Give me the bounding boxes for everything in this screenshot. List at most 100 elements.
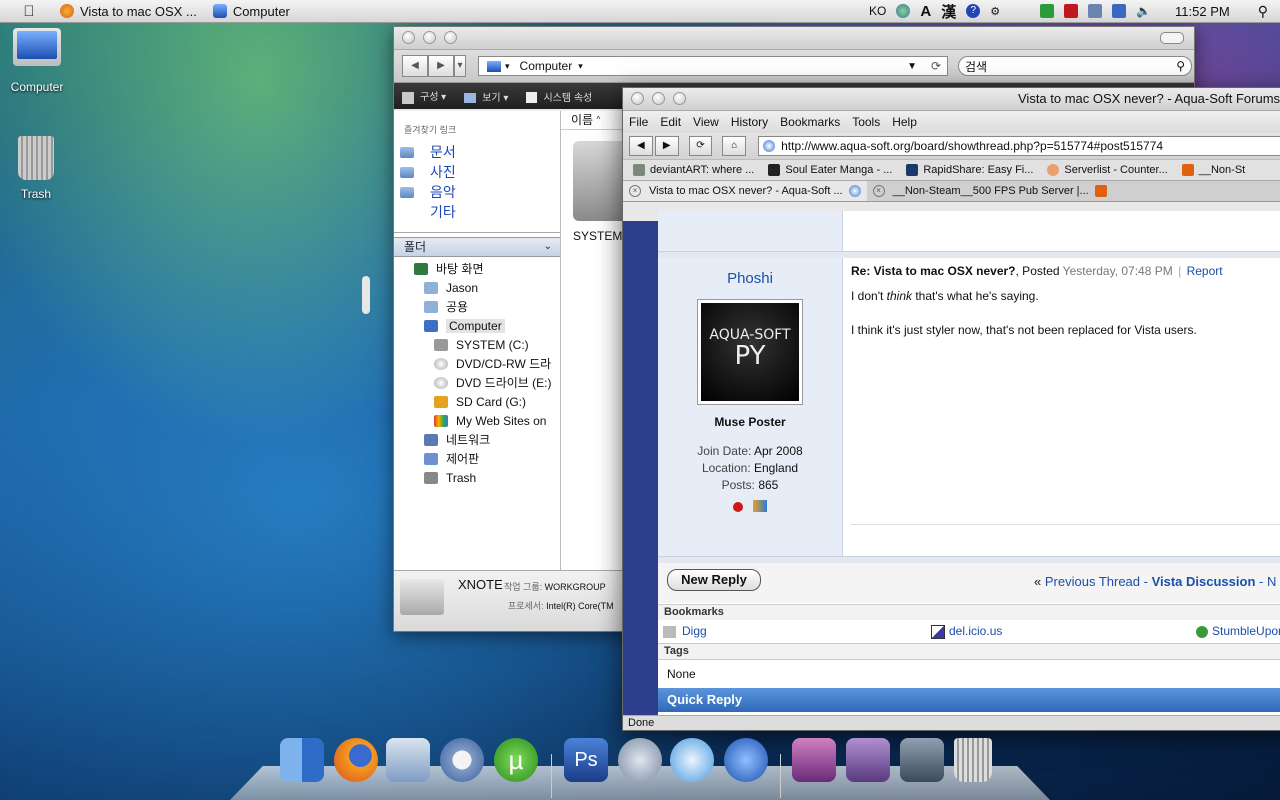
path-dropdown-icon[interactable]: ▼ [907, 61, 917, 72]
bookmark-rapidshare[interactable]: RapidShare: Easy Fi... [906, 164, 1033, 176]
firefox-icon[interactable] [334, 738, 378, 782]
input-language[interactable]: KO [869, 4, 886, 18]
menu-history[interactable]: History [731, 115, 768, 129]
menu-tools[interactable]: Tools [852, 115, 880, 129]
dreamweaver-icon[interactable] [618, 738, 662, 782]
close-button[interactable] [402, 31, 415, 44]
url-bar[interactable]: http://www.aqua-soft.org/board/showthrea… [758, 136, 1280, 156]
path-field[interactable]: ▾ Computer ▾ ▼ ⟳ [478, 56, 948, 76]
report-link[interactable]: Report [1187, 264, 1223, 278]
quick-reply-header[interactable]: Quick Reply [658, 688, 1280, 712]
bookmark-deviantart[interactable]: deviantART: where ... [633, 164, 754, 176]
tree-web-sites[interactable]: My Web Sites on [394, 411, 560, 430]
stumbleupon-link[interactable]: StumbleUpon [1196, 624, 1280, 638]
back-button[interactable]: ◀ [629, 136, 653, 156]
bookmark-serverlist[interactable]: Serverlist - Counter... [1047, 164, 1168, 176]
itunes-icon[interactable] [670, 738, 714, 782]
menu-help[interactable]: Help [892, 115, 917, 129]
hanja-icon[interactable]: 漢 [941, 1, 956, 22]
organize-menu[interactable]: 구성 ▾ [402, 88, 446, 104]
tree-desktop[interactable]: 바탕 화면 [394, 259, 560, 278]
back-button[interactable]: ◀ [402, 55, 428, 77]
bookmark-non-steam[interactable]: __Non-St [1181, 164, 1245, 176]
close-tab-icon[interactable]: × [629, 185, 641, 197]
tree-control-panel[interactable]: 제어판 [394, 449, 560, 468]
favorite-pictures[interactable]: 사진 [394, 162, 560, 182]
views-menu[interactable]: 보기 ▾ [464, 89, 508, 104]
media-player-icon[interactable] [724, 738, 768, 782]
minimized-window-1[interactable] [792, 738, 836, 782]
tree-jason[interactable]: Jason [394, 278, 560, 297]
zoom-button[interactable] [673, 92, 686, 105]
minimize-button[interactable] [423, 31, 436, 44]
utorrent-icon[interactable]: µ [494, 738, 538, 782]
photoshop-icon[interactable]: Ps [564, 738, 608, 782]
clock[interactable]: 11:52 PM [1175, 4, 1230, 19]
help-icon[interactable]: ? [966, 4, 981, 18]
menu-file[interactable]: File [629, 115, 648, 129]
favorite-music[interactable]: 음악 [394, 182, 560, 202]
tree-dvd-e[interactable]: DVD 드라이브 (E:) [394, 373, 560, 392]
menubar-app-computer[interactable]: Computer [212, 4, 290, 19]
safari-icon[interactable] [440, 738, 484, 782]
search-icon[interactable]: ⚲ [1176, 59, 1185, 73]
bookmark-soul-eater[interactable]: Soul Eater Manga - ... [768, 164, 892, 176]
delicious-link[interactable]: del.icio.us [931, 624, 1002, 639]
font-a-icon[interactable]: A [920, 3, 931, 20]
previous-thread-link[interactable]: Previous Thread [1045, 574, 1140, 589]
tray-network-icon[interactable] [1088, 4, 1103, 18]
minimized-window-3[interactable] [900, 738, 944, 782]
tree-dvd-rw[interactable]: DVD/CD-RW 드라 [394, 354, 560, 373]
minimized-window-2[interactable] [846, 738, 890, 782]
close-button[interactable] [631, 92, 644, 105]
tree-network[interactable]: 네트워크 [394, 430, 560, 449]
close-tab-icon[interactable]: × [872, 185, 885, 197]
menubar-app-firefox[interactable]: Vista to mac OSX ... [60, 4, 197, 19]
tree-computer[interactable]: Computer [394, 316, 560, 335]
msn-icon[interactable] [752, 500, 767, 512]
forward-button[interactable]: ▶ [654, 136, 679, 156]
refresh-icon[interactable]: ⟳ [931, 59, 941, 73]
tray-red-icon[interactable] [1064, 4, 1079, 18]
home-button[interactable]: ⌂ [722, 136, 747, 156]
tool-icon[interactable]: ⚙ [990, 5, 1000, 18]
volume-icon[interactable]: 🔈 [1136, 4, 1151, 18]
desktop-computer[interactable]: Computer [0, 28, 77, 94]
trash-icon[interactable] [954, 738, 992, 782]
chevron-down-icon[interactable]: ⌄ [544, 238, 552, 256]
forum-link[interactable]: Vista Discussion [1152, 574, 1256, 589]
tree-public[interactable]: 공용 [394, 297, 560, 316]
reload-button[interactable]: ⟳ [688, 136, 713, 156]
post-username[interactable]: Phoshi [658, 270, 842, 287]
toolbar-toggle-button[interactable] [1160, 32, 1184, 44]
system-properties-button[interactable]: 시스템 속성 [526, 89, 592, 104]
menu-bookmarks[interactable]: Bookmarks [780, 115, 840, 129]
menu-edit[interactable]: Edit [660, 115, 681, 129]
search-field[interactable]: 검색 ⚲ [958, 56, 1192, 76]
folders-header[interactable]: 폴더 ⌄ [394, 237, 560, 257]
favorite-more[interactable]: 기타 [394, 202, 560, 222]
tree-system-c[interactable]: SYSTEM (C:) [394, 335, 560, 354]
tree-sd-card[interactable]: SD Card (G:) [394, 392, 560, 411]
finder-titlebar[interactable] [394, 27, 1194, 50]
menu-view[interactable]: View [693, 115, 719, 129]
globe-icon[interactable] [896, 4, 911, 18]
tab-non-steam[interactable]: × __Non-Steam__500 FPS Pub Server |... [867, 181, 1113, 201]
desktop-trash[interactable]: Trash [0, 136, 76, 201]
mail-icon[interactable] [386, 738, 430, 782]
favorite-documents[interactable]: 문서 [394, 142, 560, 162]
history-dropdown[interactable]: ▾ [454, 55, 466, 77]
forward-button[interactable]: ▶ [428, 55, 454, 77]
tree-trash[interactable]: Trash [394, 468, 560, 487]
tab-vista-to-mac[interactable]: × Vista to mac OSX never? - Aqua-Soft ..… [623, 181, 867, 201]
zoom-button[interactable] [444, 31, 457, 44]
finder-icon[interactable] [280, 738, 324, 782]
apple-menu-icon[interactable]:  [14, 3, 44, 20]
tray-monitor-icon[interactable] [1112, 4, 1127, 18]
minimize-button[interactable] [652, 92, 665, 105]
next-thread-link[interactable]: N [1267, 574, 1276, 589]
tray-green-icon[interactable] [1040, 4, 1055, 18]
spotlight-icon[interactable]: ⚲ [1258, 3, 1268, 20]
firefox-titlebar[interactable]: Vista to mac OSX never? - Aqua-Soft Foru… [623, 88, 1280, 111]
digg-link[interactable]: Digg [663, 624, 707, 638]
